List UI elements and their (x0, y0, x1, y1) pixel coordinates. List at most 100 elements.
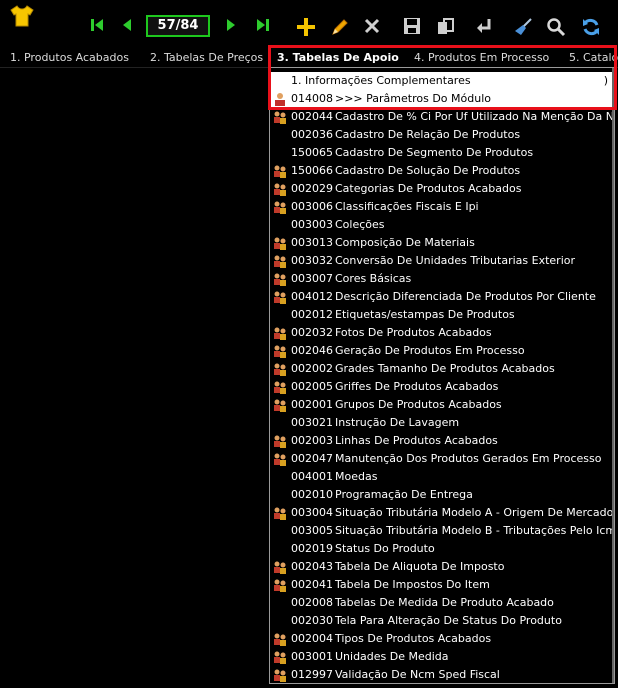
users-icon (274, 579, 286, 592)
menu-item[interactable]: 002002 Grades Tamanho De Produtos Acabado… (270, 360, 614, 378)
menu-item-code: 003004 (291, 506, 333, 519)
menu-item-code: 002029 (291, 182, 333, 195)
menu-item-label: Linhas De Produtos Acabados (335, 434, 498, 447)
menu-item[interactable]: 002046 Geração De Produtos Em Processo (270, 342, 614, 360)
menu-item[interactable]: 003001 Unidades De Medida (270, 648, 614, 666)
menu-item-code: 002002 (291, 362, 333, 375)
menu-item[interactable]: 003005 Situação Tributária Modelo B - Tri… (270, 522, 614, 540)
confirm-button[interactable] (474, 16, 494, 36)
menu-item[interactable]: 003013 Composição De Materiais (270, 234, 614, 252)
next-record-button[interactable] (222, 16, 240, 34)
menu-item[interactable]: 002001 Grupos De Produtos Acabados (270, 396, 614, 414)
tab-catalogo[interactable]: 5. Catalo (569, 51, 618, 64)
menu-item[interactable]: 004001 Moedas (270, 468, 614, 486)
menu-item[interactable]: 003032 Conversão De Unidades Tributarias … (270, 252, 614, 270)
menu-item[interactable]: 002041 Tabela De Impostos Do Item (270, 576, 614, 594)
menu-item-label: Categorias De Produtos Acabados (335, 182, 522, 195)
menu-item-code: 003005 (291, 524, 333, 537)
pencil-icon (332, 19, 348, 35)
menu-item[interactable]: 003021 Instrução De Lavagem (270, 414, 614, 432)
menu-item-code: 002047 (291, 452, 333, 465)
menu-item-label: Etiquetas/estampas De Produtos (335, 308, 515, 321)
users-icon (274, 345, 286, 358)
tshirt-logo-icon[interactable] (10, 4, 34, 28)
menu-item[interactable]: 003006 Classificações Fiscais E Ipi (270, 198, 614, 216)
menu-item-label: Conversão De Unidades Tributarias Exteri… (335, 254, 576, 267)
users-icon (274, 327, 286, 340)
refresh-button[interactable] (580, 16, 602, 38)
menu-item[interactable]: 002043 Tabela De Aliquota De Imposto (270, 558, 614, 576)
menu-item-label: Descrição Diferenciada De Produtos Por C… (335, 290, 596, 303)
menu-item[interactable]: 002012 Etiquetas/estampas De Produtos (270, 306, 614, 324)
menu-item[interactable]: 002004 Tipos De Produtos Acabados (270, 630, 614, 648)
menu-item[interactable]: 002030 Tela Para Alteração De Status Do P… (270, 612, 614, 630)
menu-item[interactable]: 003004 Situação Tributária Modelo A - Ori… (270, 504, 614, 522)
menu-item-label: Tipos De Produtos Acabados (335, 632, 492, 645)
prev-icon (123, 19, 131, 31)
users-icon (274, 201, 286, 214)
menu-item-code: 002001 (291, 398, 333, 411)
menu-item-code: 002043 (291, 560, 333, 573)
menu-item-label: Cores Básicas (335, 272, 412, 285)
menu-item[interactable]: 002029 Categorias De Produtos Acabados (270, 180, 614, 198)
broom-icon (515, 18, 532, 35)
menu-item-code: 002008 (291, 596, 333, 609)
users-icon (274, 561, 286, 574)
copy-button[interactable] (435, 16, 457, 38)
last-record-button[interactable] (254, 16, 272, 34)
menu-item[interactable]: 014008 >>> Parâmetros Do Módulo (270, 90, 614, 108)
magnifier-icon (547, 18, 566, 37)
menu-item-code: 003006 (291, 200, 333, 213)
first-record-button[interactable] (88, 16, 106, 34)
menu-item-label: Grupos De Produtos Acabados (335, 398, 502, 411)
menu-item[interactable]: 002005 Griffes De Produtos Acabados (270, 378, 614, 396)
menu-item-code: 003013 (291, 236, 333, 249)
menu-item[interactable]: 004012 Descrição Diferenciada De Produtos… (270, 288, 614, 306)
menu-item[interactable]: 150066 Cadastro De Solução De Produtos (270, 162, 614, 180)
menu-item[interactable]: 003003 Coleções (270, 216, 614, 234)
search-button[interactable] (545, 16, 567, 38)
menu-item[interactable]: 002008 Tabelas De Medida De Produto Acaba… (270, 594, 614, 612)
tab-tabelas-de-precos[interactable]: 2. Tabelas De Preços (150, 51, 263, 64)
users-icon (274, 507, 286, 520)
edit-button[interactable] (330, 17, 350, 37)
prev-record-button[interactable] (118, 16, 136, 34)
menu-item[interactable]: 002044 Cadastro De % Ci Por Uf Utilizado … (270, 108, 614, 126)
first-icon (91, 19, 103, 31)
users-icon (274, 273, 286, 286)
menu-item-code: 004001 (291, 470, 333, 483)
delete-button[interactable] (363, 17, 381, 35)
tab-tabelas-de-apoio[interactable]: 3. Tabelas De Apoio (277, 51, 399, 64)
last-icon (257, 19, 269, 31)
menu-item-code: 014008 (291, 92, 333, 105)
menu-item[interactable]: 003007 Cores Básicas (270, 270, 614, 288)
menu-item[interactable]: 002047 Manutenção Dos Produtos Gerados Em… (270, 450, 614, 468)
add-button[interactable] (296, 17, 316, 37)
toolbar: 57/84 (0, 0, 618, 48)
menu-item[interactable]: 002032 Fotos De Produtos Acabados (270, 324, 614, 342)
menu-item-code: 003001 (291, 650, 333, 663)
tab-produtos-em-processo[interactable]: 4. Produtos Em Processo (414, 51, 549, 64)
menu-header-informacoes-complementares[interactable]: 1. Informações Complementares ) (270, 72, 614, 90)
menu-item-label: Unidades De Medida (335, 650, 449, 663)
menu-item-label: Classificações Fiscais E Ipi (335, 200, 479, 213)
users-icon (274, 183, 286, 196)
users-icon (274, 381, 286, 394)
tab-produtos-acabados[interactable]: 1. Produtos Acabados (10, 51, 129, 64)
menu-item[interactable]: 002003 Linhas De Produtos Acabados (270, 432, 614, 450)
menu-item[interactable]: 002010 Programação De Entrega (270, 486, 614, 504)
save-button[interactable] (402, 16, 422, 36)
menu-item-label: Validação De Ncm Sped Fiscal (335, 668, 500, 681)
copy-icon (438, 18, 454, 34)
menu-item-code: 002005 (291, 380, 333, 393)
menu-item[interactable]: 002019 Status Do Produto (270, 540, 614, 558)
menu-item[interactable]: 012997 Validação De Ncm Sped Fiscal (270, 666, 614, 683)
menu-item-code: 150066 (291, 164, 333, 177)
refresh-icon (583, 18, 599, 36)
clear-button[interactable] (512, 16, 534, 38)
menu-item[interactable]: 150065 Cadastro De Segmento De Produtos (270, 144, 614, 162)
menu-item-code: 002004 (291, 632, 333, 645)
menu-item[interactable]: 002036 Cadastro De Relação De Produtos (270, 126, 614, 144)
menu-item-label: Tabelas De Medida De Produto Acabado (335, 596, 554, 609)
menu-item-code: 002010 (291, 488, 333, 501)
